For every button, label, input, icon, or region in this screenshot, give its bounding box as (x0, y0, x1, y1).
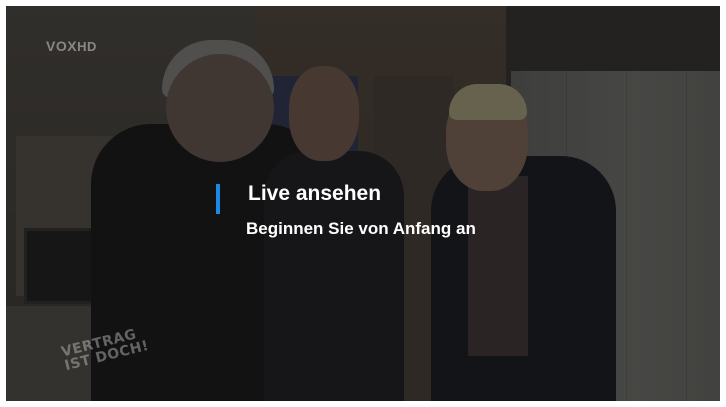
start-from-beginning-option[interactable]: Beginnen Sie von Anfang an (246, 219, 476, 239)
channel-logo-text: VOX (46, 38, 78, 54)
channel-hd-label: HD (77, 39, 97, 54)
focus-indicator (216, 184, 220, 214)
channel-logo: VOXHD (46, 38, 97, 54)
video-player[interactable]: VOXHD VERTRAG IST DOCH! Live ansehen Beg… (6, 6, 720, 401)
watch-live-option[interactable]: Live ansehen (248, 182, 381, 206)
